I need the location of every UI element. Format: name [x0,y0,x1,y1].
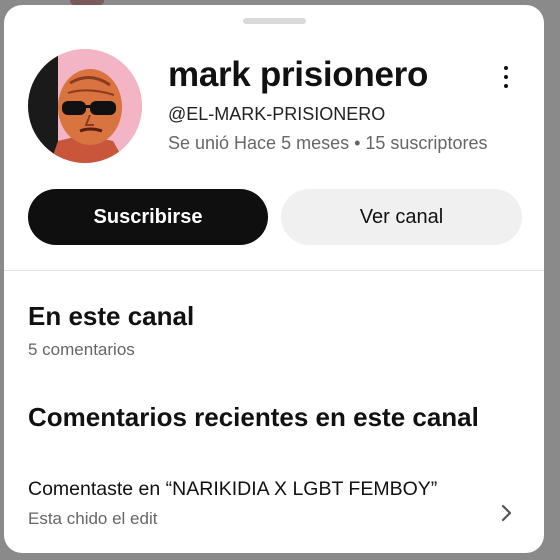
drag-handle[interactable] [243,18,306,24]
channel-sheet: mark prisionero @EL-MARK-PRISIONERO Se u… [4,5,544,553]
comment-text: Esta chido el edit [28,509,158,528]
subscribe-button[interactable]: Suscribirse [28,189,268,245]
chevron-right-icon [501,504,512,522]
view-channel-button[interactable]: Ver canal [281,189,522,245]
channel-handle: @EL-MARK-PRISIONERO [168,104,386,124]
more-vertical-icon[interactable] [492,59,520,95]
recent-comments-title: Comentarios recientes en este canal [28,402,479,432]
channel-name: mark prisionero [168,55,429,94]
comment-count: 5 comentarios [28,340,135,359]
channel-avatar[interactable] [28,49,142,163]
divider [4,270,544,271]
dot [504,75,508,79]
dot [504,84,508,88]
avatar-image [28,49,142,163]
on-channel-title: En este canal [28,301,195,331]
channel-meta: Se unió Hace 5 meses • 15 suscriptores [168,133,488,153]
list-item[interactable]: Comentaste en “NARIKIDIA X LGBT FEMBOY” … [4,465,544,541]
comment-context: Comentaste en “NARIKIDIA X LGBT FEMBOY” [28,478,438,500]
dot [504,66,508,70]
